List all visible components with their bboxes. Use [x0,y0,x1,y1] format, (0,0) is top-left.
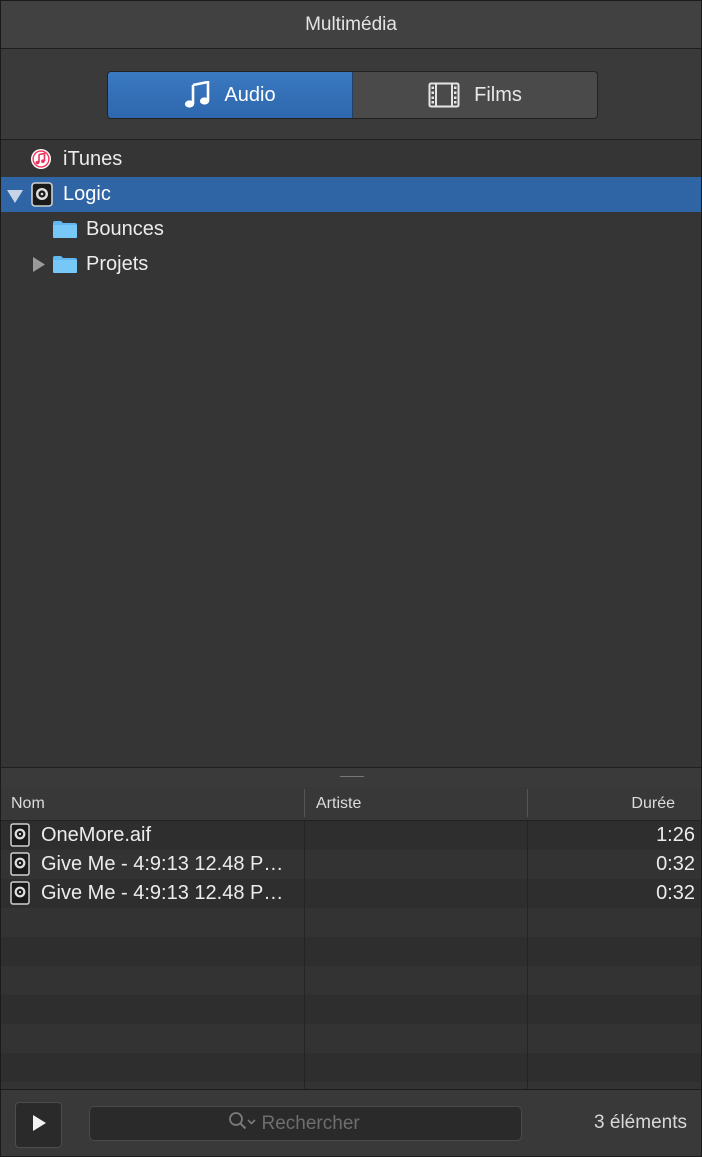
cell-duration: 0:32 [656,882,695,904]
film-strip-icon [428,82,460,108]
cell-name: Give Me - 4:9:13 12.48 P… [41,853,284,875]
audio-file-icon [10,881,30,910]
window-title: Multimédia [305,13,397,35]
tree-item-projets[interactable]: Projets [1,247,701,282]
empty-row [1,995,701,1024]
tab-audio[interactable]: Audio [108,72,353,118]
bottom-toolbar: 3 éléments [1,1089,701,1156]
table-row[interactable]: Give Me - 4:9:13 12.48 P… 0:32 [1,850,701,879]
disclosure-triangle-collapsed-icon[interactable] [32,256,46,279]
empty-row [1,966,701,995]
empty-row [1,1053,701,1082]
tree-item-label: Bounces [86,218,164,240]
source-tree: iTunes Logic Bounces Projets [1,140,701,767]
disclosure-triangle-expanded-icon[interactable] [6,187,24,210]
cell-artist [316,821,516,850]
column-header-artist[interactable]: Artiste [316,787,516,820]
column-header-duration[interactable]: Durée [531,787,675,820]
play-button[interactable] [15,1102,62,1148]
cell-name: Give Me - 4:9:13 12.48 P… [41,882,284,904]
column-header-artist-label: Artiste [316,794,362,812]
music-note-icon [184,81,210,109]
window-title-bar: Multimédia [1,1,701,49]
media-type-segmented-control: Audio Films [107,71,598,119]
empty-row [1,1024,701,1053]
file-list: OneMore.aif 1:26 Give Me - 4:9:13 12.48 … [1,821,701,1111]
empty-row [1,937,701,966]
table-row[interactable]: OneMore.aif 1:26 [1,821,701,850]
play-icon [31,1114,47,1137]
cell-duration: 1:26 [656,824,695,846]
column-divider[interactable] [304,789,305,817]
folder-icon [52,255,78,280]
column-grid-line [527,821,528,1089]
tree-item-itunes[interactable]: iTunes [1,142,701,177]
tab-films-label: Films [474,83,522,106]
search-icon [228,1111,258,1136]
search-field[interactable] [89,1106,522,1141]
logic-icon [31,182,53,213]
tree-item-label: Projets [86,253,149,275]
list-header: Nom Artiste Durée [1,787,701,821]
itunes-icon [30,148,52,176]
cell-name: OneMore.aif [41,824,152,846]
tree-item-logic[interactable]: Logic [1,177,701,212]
pane-splitter[interactable] [1,767,701,788]
media-browser-panel: Multimédia Audio Films iTunes Logic Boun… [0,0,702,1157]
cell-artist [316,850,516,879]
tree-item-bounces[interactable]: Bounces [1,212,701,247]
media-type-bar: Audio Films [1,49,701,140]
column-divider[interactable] [527,789,528,817]
column-header-duration-label: Durée [631,794,675,812]
empty-row [1,908,701,937]
column-header-name-label: Nom [11,794,45,812]
cell-artist [316,879,516,908]
audio-file-icon [10,852,30,881]
tab-audio-label: Audio [224,83,276,106]
column-header-name[interactable]: Nom [11,787,301,820]
audio-file-icon [10,823,30,852]
tab-films[interactable]: Films [353,72,597,118]
folder-icon [52,220,78,245]
search-input[interactable] [259,1111,384,1136]
splitter-grip[interactable] [340,776,364,777]
tree-item-label: Logic [63,183,111,205]
column-grid-line [304,821,305,1089]
table-row[interactable]: Give Me - 4:9:13 12.48 P… 0:32 [1,879,701,908]
item-count: 3 éléments [594,1112,687,1133]
tree-item-label: iTunes [63,148,123,170]
cell-duration: 0:32 [656,853,695,875]
